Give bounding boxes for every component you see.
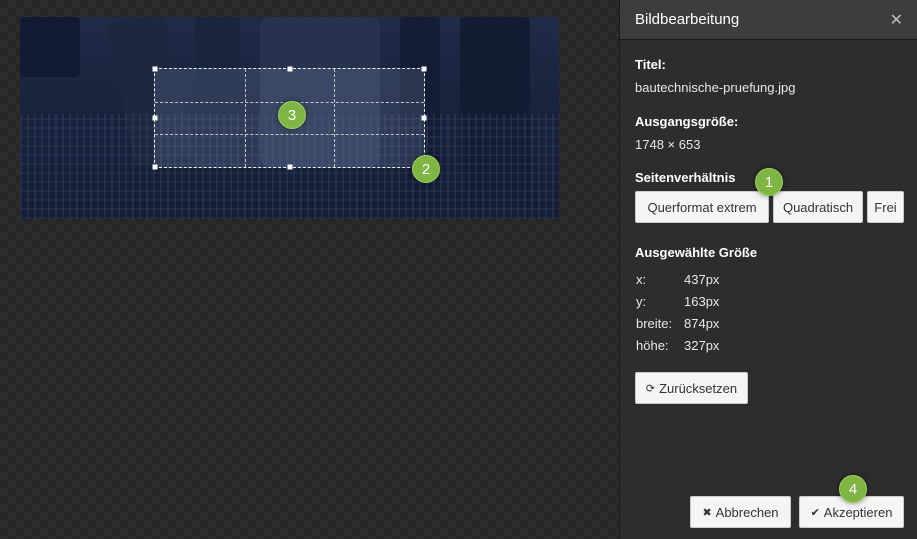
stat-row-x: x: 437px: [636, 268, 719, 290]
step-marker-2: 2: [412, 155, 440, 183]
stat-key: x:: [636, 271, 647, 287]
crop-handle-sw[interactable]: [152, 164, 158, 170]
reset-button[interactable]: ⟳ Zurücksetzen: [635, 372, 748, 404]
aspect-option-square[interactable]: Quadratisch: [773, 191, 863, 223]
cancel-button-label: Abbrechen: [715, 504, 779, 520]
stat-key: höhe:: [636, 337, 669, 353]
refresh-icon: ⟳: [645, 382, 656, 395]
selected-size-stats: x: 437px y: 163px breite: 874px höhe: 32…: [636, 268, 719, 356]
crop-handle-nw[interactable]: [152, 66, 158, 72]
title-label: Titel:: [635, 57, 666, 72]
check-icon: ✔: [810, 506, 820, 519]
stat-row-y: y: 163px: [636, 290, 719, 312]
filename-value: bautechnische-pruefung.jpg: [635, 80, 796, 95]
panel-title: Bildbearbeitung: [635, 11, 740, 28]
crop-handle-w[interactable]: [152, 115, 158, 121]
image-edit-panel: Bildbearbeitung ✕ Titel: bautechnische-p…: [619, 0, 917, 539]
stat-row-height: höhe: 327px: [636, 334, 719, 356]
aspect-option-free[interactable]: Frei: [867, 191, 904, 223]
crop-handle-e[interactable]: [421, 115, 427, 121]
crop-handle-s[interactable]: [287, 164, 292, 170]
stat-value: 163px: [684, 293, 720, 309]
close-icon[interactable]: ✕: [890, 10, 903, 29]
stat-value: 327px: [684, 337, 720, 353]
step-marker-4: 4: [839, 475, 867, 503]
cancel-button[interactable]: ✖ Abbrechen: [690, 496, 791, 528]
accept-button-label: Akzeptieren: [823, 504, 893, 520]
stat-value: 874px: [684, 315, 720, 331]
crop-handle-n[interactable]: [287, 66, 292, 72]
aspect-option-landscape-extreme[interactable]: Querformat extrem: [635, 191, 769, 223]
stat-value: 437px: [684, 271, 720, 287]
crop-grid-line: [244, 69, 246, 167]
times-icon: ✖: [702, 506, 712, 519]
stat-key: y:: [636, 293, 647, 309]
stat-row-width: breite: 874px: [636, 312, 719, 334]
aspect-ratio-label: Seitenverhältnis: [635, 170, 736, 185]
crop-handle-ne[interactable]: [421, 66, 427, 72]
crop-grid-line: [155, 134, 424, 136]
selected-size-label: Ausgewählte Größe: [635, 245, 758, 260]
step-marker-1: 1: [755, 168, 783, 196]
original-size-label: Ausgangsgröße:: [635, 114, 739, 129]
original-size-value: 1748 × 653: [635, 137, 701, 152]
crop-grid-line: [334, 69, 336, 167]
panel-header: Bildbearbeitung ✕: [620, 0, 917, 40]
stat-key: breite:: [636, 315, 673, 331]
step-marker-3: 3: [278, 101, 306, 129]
reset-button-label: Zurücksetzen: [659, 380, 738, 396]
